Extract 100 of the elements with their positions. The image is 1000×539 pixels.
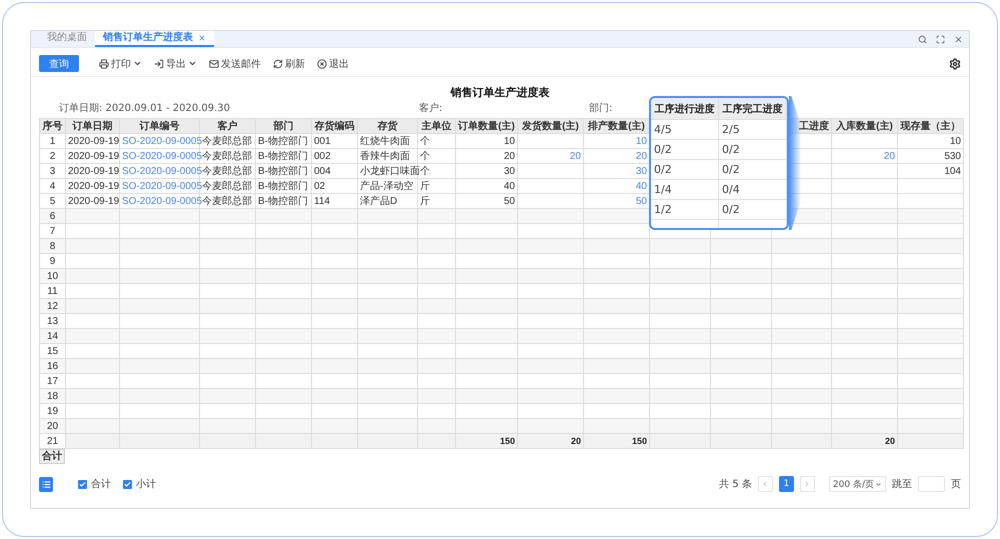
table-cell xyxy=(832,298,898,314)
table-cell xyxy=(898,298,964,314)
table-cell xyxy=(898,238,964,254)
checkbox[interactable] xyxy=(123,480,132,488)
search-icon[interactable] xyxy=(918,35,927,44)
table-cell xyxy=(772,298,832,314)
table-cell xyxy=(710,374,772,388)
filter-label: 客户: xyxy=(419,102,442,115)
table-cell: B-物控部门 xyxy=(256,164,312,178)
table-cell xyxy=(456,358,518,374)
table-cell: 40 xyxy=(456,178,518,194)
table-cell: 20 xyxy=(584,148,650,164)
table-cell xyxy=(898,344,964,358)
page-input[interactable] xyxy=(918,476,945,492)
list-icon xyxy=(42,480,50,488)
table-cell xyxy=(772,344,832,358)
toolbar-button[interactable]: 刷新 xyxy=(273,56,305,70)
table-cell: 50 xyxy=(456,194,518,208)
order-link[interactable]: SO-2020-09-0005 xyxy=(120,164,200,178)
order-link[interactable]: SO-2020-09-0005 xyxy=(120,134,200,148)
table-cell xyxy=(66,284,120,298)
order-link[interactable]: SO-2020-09-0005 xyxy=(120,194,200,208)
table-cell xyxy=(358,224,418,238)
table-cell xyxy=(312,358,358,374)
table-cell xyxy=(832,314,898,328)
table-cell xyxy=(898,194,964,208)
table-cell xyxy=(898,328,964,344)
table-cell: 0/4 xyxy=(719,180,787,199)
table-cell xyxy=(456,344,518,358)
column-header: 客户 xyxy=(200,118,256,134)
table-cell xyxy=(256,404,312,418)
table-cell xyxy=(358,358,418,374)
page-button[interactable]: 1 xyxy=(778,476,794,492)
table-cell xyxy=(832,284,898,298)
table-cell xyxy=(200,328,256,344)
toolbar-button[interactable]: 退出 xyxy=(317,56,349,70)
table-cell xyxy=(518,374,584,388)
table-cell xyxy=(256,238,312,254)
close-icon[interactable] xyxy=(198,34,206,42)
table-cell xyxy=(518,358,584,374)
table-cell xyxy=(584,254,650,268)
table-cell: 0/2 xyxy=(651,160,719,179)
table-cell: 0/2 xyxy=(651,140,719,159)
total-cell xyxy=(256,434,312,448)
table-cell xyxy=(772,358,832,374)
table-cell: 15 xyxy=(40,344,66,358)
table-cell: 530 xyxy=(898,148,964,164)
checkbox[interactable] xyxy=(78,480,87,488)
table-cell xyxy=(650,328,710,344)
table-cell: 20 xyxy=(832,148,898,164)
table-cell xyxy=(650,284,710,298)
table-cell xyxy=(710,388,772,404)
table-cell xyxy=(518,328,584,344)
table-cell xyxy=(584,344,650,358)
table-cell: 10 xyxy=(898,134,964,148)
table-cell: 10 xyxy=(456,134,518,148)
table-cell xyxy=(66,344,120,358)
list-button[interactable] xyxy=(39,476,53,492)
table-cell xyxy=(358,374,418,388)
table-cell xyxy=(650,298,710,314)
table-cell xyxy=(772,268,832,284)
table-cell xyxy=(456,418,518,434)
table-cell xyxy=(898,268,964,284)
toolbar-button[interactable]: 打印 xyxy=(99,56,142,70)
order-link[interactable]: SO-2020-09-0005 xyxy=(120,178,200,194)
table-cell xyxy=(256,344,312,358)
table-cell: 50 xyxy=(584,194,650,208)
table-cell: 3 xyxy=(40,164,66,178)
table-cell: 2/5 xyxy=(719,120,787,139)
toolbar-button[interactable]: 发送邮件 xyxy=(209,56,261,70)
query-button[interactable]: 查询 xyxy=(39,55,79,72)
table-cell xyxy=(66,254,120,268)
table-cell: 2020-09-19 xyxy=(66,164,120,178)
table-cell xyxy=(200,404,256,418)
table-cell xyxy=(584,328,650,344)
toolbar-button[interactable]: 导出 xyxy=(154,56,197,70)
order-link[interactable]: SO-2020-09-0005 xyxy=(120,148,200,164)
page-size-select[interactable]: 200 条/页 xyxy=(828,476,886,492)
tab[interactable]: 销售订单生产进度表 xyxy=(95,31,214,47)
table-cell: 1/2 xyxy=(651,200,719,219)
table-cell xyxy=(66,224,120,238)
table-cell: 6 xyxy=(40,208,66,224)
table-cell xyxy=(66,418,120,434)
table-cell xyxy=(584,298,650,314)
close-icon[interactable] xyxy=(954,35,963,44)
table-cell xyxy=(66,268,120,284)
table-cell xyxy=(66,298,120,314)
settings-icon[interactable] xyxy=(949,58,961,70)
table-cell xyxy=(518,254,584,268)
tab[interactable]: 我的桌面 xyxy=(39,31,95,47)
table-cell xyxy=(256,328,312,344)
table-cell xyxy=(584,314,650,328)
caret-icon xyxy=(133,59,142,68)
column-header: 入库数量(主) xyxy=(832,118,898,134)
table-cell xyxy=(312,208,358,224)
table-cell xyxy=(710,298,772,314)
table-cell: 104 xyxy=(898,164,964,178)
table-cell xyxy=(772,374,832,388)
table-cell xyxy=(418,208,456,224)
fullscreen-icon[interactable] xyxy=(936,35,945,44)
